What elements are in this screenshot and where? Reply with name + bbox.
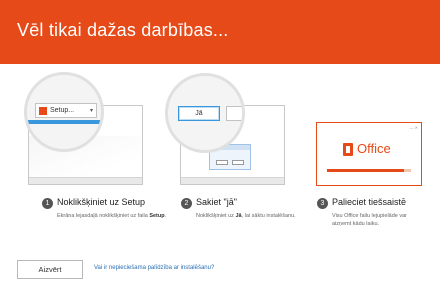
step-number-badge: 2	[181, 198, 192, 209]
step-3: 3 Palieciet tiešsaistē Visu Office failu…	[317, 197, 427, 228]
window-controls-icon: — ✕	[409, 125, 418, 130]
install-progress-fill	[327, 169, 405, 172]
step-number-badge: 3	[317, 198, 328, 209]
office-brand-text: Office	[357, 141, 391, 156]
office-logo-icon	[39, 107, 47, 115]
step-2: 2 Sakiet "jā" Noklikšķiniet uz Jā, lai s…	[181, 197, 311, 220]
setup-taskbar-button-illustration: Setup... ▾	[35, 103, 97, 118]
step1-zoom-circle: Setup... ▾	[24, 72, 104, 152]
office-logo-icon	[343, 143, 353, 156]
dialog-button-illustration	[216, 160, 228, 165]
header-banner: Vēl tikai dažas darbības...	[0, 0, 440, 64]
chevron-down-icon: ▾	[89, 108, 93, 114]
step-title: Palieciet tiešsaistē	[332, 197, 407, 207]
step-title: Noklikšķiniet uz Setup	[57, 197, 146, 207]
step-description: Visu Office failu lejupielāde var aizņem…	[332, 213, 408, 227]
step-1: 1 Noklikšķiniet uz Setup Ekrāna lejasdaļ…	[42, 197, 172, 220]
install-progress-bar	[327, 169, 411, 172]
step-number-badge: 1	[42, 198, 53, 209]
step2-zoom-circle: Jā	[165, 73, 245, 153]
taskbar-illustration	[29, 177, 142, 184]
setup-button-label: Setup...	[50, 107, 75, 114]
step3-office-window-illustration: — ✕ Office	[316, 122, 422, 186]
close-button[interactable]: Aizvērt	[17, 260, 83, 279]
step-title: Sakiet "jā"	[196, 197, 237, 207]
dialog-button-illustration	[232, 160, 244, 165]
install-help-link[interactable]: Vai ir nepieciešama palīdzība ar instalē…	[94, 265, 214, 271]
taskbar-illustration	[181, 177, 284, 184]
step-description: Ekrāna lejasdaļā noklikšķiniet uz faila …	[57, 213, 167, 219]
step-description: Noklikšķiniet uz Jā, lai sāktu instalēša…	[196, 213, 296, 219]
taskbar-highlight-band	[27, 120, 101, 124]
yes-button-illustration: Jā	[178, 106, 220, 121]
page-title: Vēl tikai dažas darbības...	[17, 20, 229, 40]
no-button-illustration	[226, 106, 242, 121]
